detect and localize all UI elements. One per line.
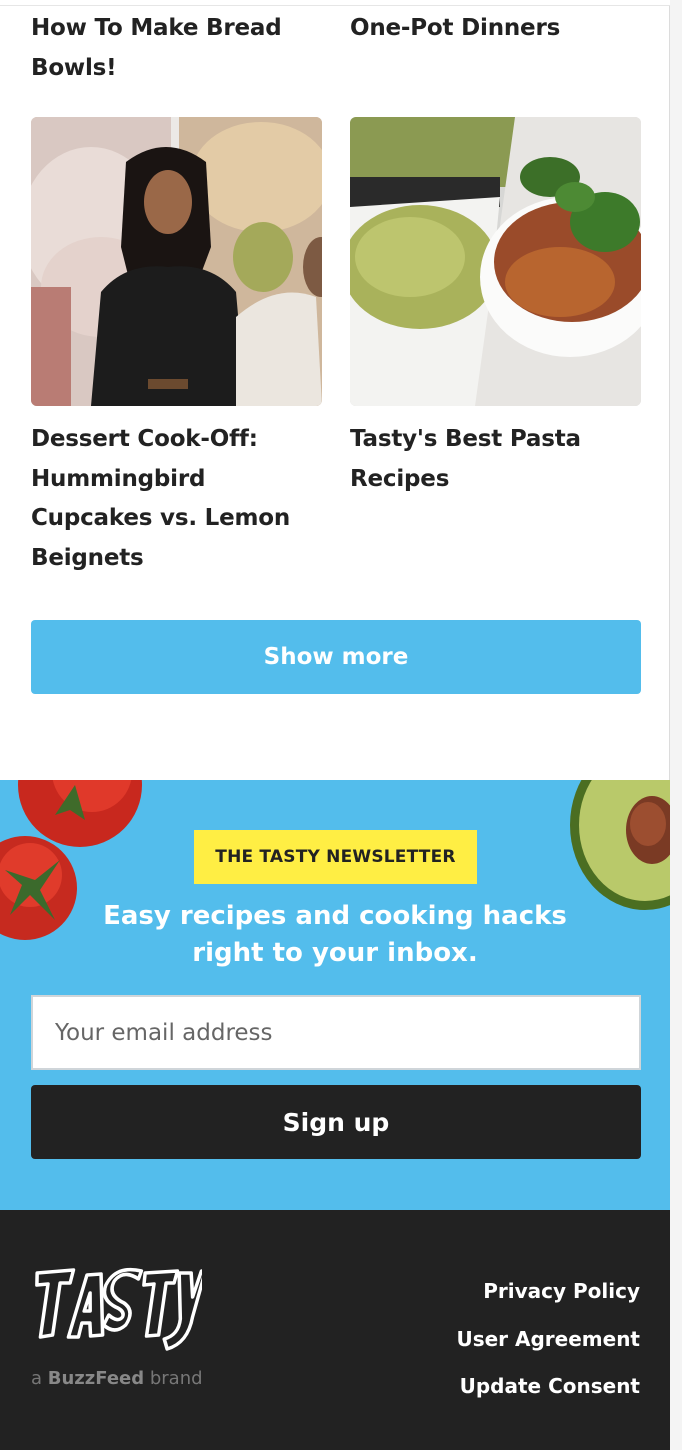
card-title-line: Cupcakes vs. Lemon — [31, 505, 291, 531]
card-title-line: Hummingbird — [31, 465, 206, 492]
brand-suffix: brand — [149, 1368, 203, 1389]
dessert-cookoff-photo — [31, 117, 322, 406]
card-title-line: Recipes — [350, 465, 450, 492]
top-divider — [0, 0, 670, 6]
tasty-logo[interactable] — [30, 1265, 202, 1353]
sign-up-button[interactable]: Sign up — [31, 1085, 641, 1159]
brand-prefix: a — [31, 1368, 43, 1389]
pasta-photo — [350, 117, 641, 406]
newsletter-heading-line: Easy recipes and cooking hacks — [103, 901, 567, 931]
card-title-bread-bowls[interactable]: How To Make Bread Bowls! — [31, 9, 331, 88]
card-title-pasta[interactable]: Tasty's Best Pasta Recipes — [350, 420, 650, 499]
card-title-one-pot[interactable]: One-Pot Dinners — [350, 9, 650, 49]
newsletter-heading: Easy recipes and cooking hacks right to … — [60, 898, 610, 972]
footer-links: Privacy Policy User Agreement Update Con… — [456, 1268, 640, 1411]
user-agreement-link[interactable]: User Agreement — [456, 1316, 640, 1364]
update-consent-link[interactable]: Update Consent — [456, 1363, 640, 1411]
buzzfeed-brand-line: a BuzzFeed brand — [31, 1368, 203, 1389]
card-title-line: How To Make Bread — [31, 15, 282, 41]
card-image-dessert-cookoff[interactable] — [31, 117, 322, 406]
card-title-line: Tasty's Best Pasta — [350, 426, 581, 452]
card-title-line: Bowls! — [31, 54, 117, 81]
page: How To Make Bread Bowls! One-Pot Dinners — [0, 0, 670, 1450]
newsletter-heading-line: right to your inbox. — [192, 938, 478, 968]
newsletter-badge: THE TASTY NEWSLETTER — [194, 830, 477, 884]
card-title-line: Beignets — [31, 544, 144, 571]
show-more-button[interactable]: Show more — [31, 620, 641, 694]
card-title-line: Dessert Cook-Off: — [31, 426, 258, 452]
avocado-decoration-icon — [570, 780, 670, 910]
email-field[interactable] — [31, 995, 641, 1070]
card-title-line: One-Pot Dinners — [350, 15, 561, 41]
privacy-policy-link[interactable]: Privacy Policy — [456, 1268, 640, 1316]
footer: a BuzzFeed brand Privacy Policy User Agr… — [0, 1210, 670, 1450]
card-image-pasta[interactable] — [350, 117, 641, 406]
buzzfeed-logo-text: BuzzFeed — [47, 1368, 145, 1389]
newsletter-section: THE TASTY NEWSLETTER Easy recipes and co… — [0, 780, 670, 1210]
card-title-dessert-cookoff[interactable]: Dessert Cook-Off: Hummingbird Cupcakes v… — [31, 420, 331, 578]
